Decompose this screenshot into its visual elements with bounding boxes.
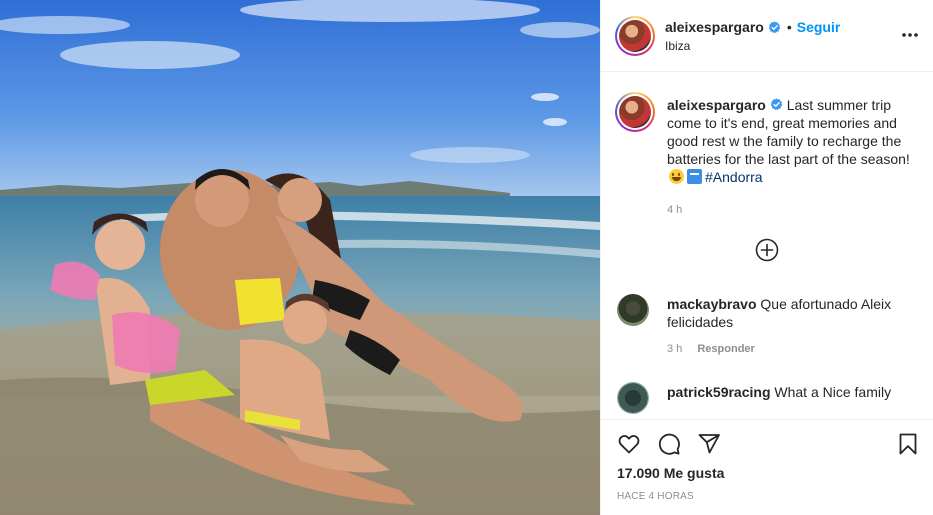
caption-timestamp[interactable]: 4 h <box>667 204 682 216</box>
comment-time[interactable]: 3 h <box>667 343 682 355</box>
post-actions: 17.090 Me gusta HACE 4 HORAS <box>601 419 933 515</box>
likes-count[interactable]: 17.090 Me gusta <box>617 465 724 481</box>
more-options-icon[interactable] <box>901 25 919 45</box>
post-photo[interactable] <box>0 0 600 515</box>
instagram-post: aleixespargaro • Seguir Ibiza aleixespar… <box>0 0 933 515</box>
author-avatar[interactable] <box>615 16 655 56</box>
verified-badge-icon <box>770 98 783 111</box>
verified-badge-icon <box>768 20 781 33</box>
post-header: aleixespargaro • Seguir Ibiza <box>601 0 933 72</box>
load-more-comments-icon[interactable] <box>755 238 779 262</box>
commenter-avatar[interactable] <box>617 294 649 326</box>
follow-button[interactable]: Seguir <box>797 19 841 35</box>
comment-meta: 3 h Responder <box>667 343 755 355</box>
beach-family-photo <box>0 0 600 515</box>
comment-body: mackaybravo Que afortunado Aleix felicid… <box>667 295 917 331</box>
post-side-panel: aleixespargaro • Seguir Ibiza aleixespar… <box>600 0 933 515</box>
smiling-face-emoji-icon <box>669 169 684 184</box>
commenter-username[interactable]: patrick59racing <box>667 384 771 400</box>
comments-section[interactable]: aleixespargaro Last summer trip come to … <box>601 72 933 419</box>
commenter-username[interactable]: mackaybravo <box>667 296 757 312</box>
like-heart-icon[interactable] <box>617 432 641 456</box>
comment-text: What a Nice family <box>774 384 892 400</box>
post-caption: aleixespargaro Last summer trip come to … <box>667 96 917 186</box>
author-username[interactable]: aleixespargaro <box>665 19 764 35</box>
commenter-avatar[interactable] <box>617 382 649 414</box>
caption-username[interactable]: aleixespargaro <box>667 97 766 113</box>
soon-arrow-emoji-icon <box>687 169 702 184</box>
caption-author-avatar[interactable] <box>615 92 655 132</box>
hashtag-link[interactable]: #Andorra <box>705 169 763 185</box>
post-timestamp[interactable]: HACE 4 HORAS <box>617 491 694 502</box>
comment-bubble-icon[interactable] <box>657 432 681 456</box>
comment-body: patrick59racing What a Nice family <box>667 383 917 401</box>
reply-button[interactable]: Responder <box>697 343 754 355</box>
separator-dot: • <box>786 19 792 35</box>
share-paper-plane-icon[interactable] <box>697 432 721 456</box>
save-bookmark-icon[interactable] <box>896 432 920 456</box>
post-location[interactable]: Ibiza <box>665 39 690 53</box>
author-line: aleixespargaro • Seguir <box>665 19 840 35</box>
